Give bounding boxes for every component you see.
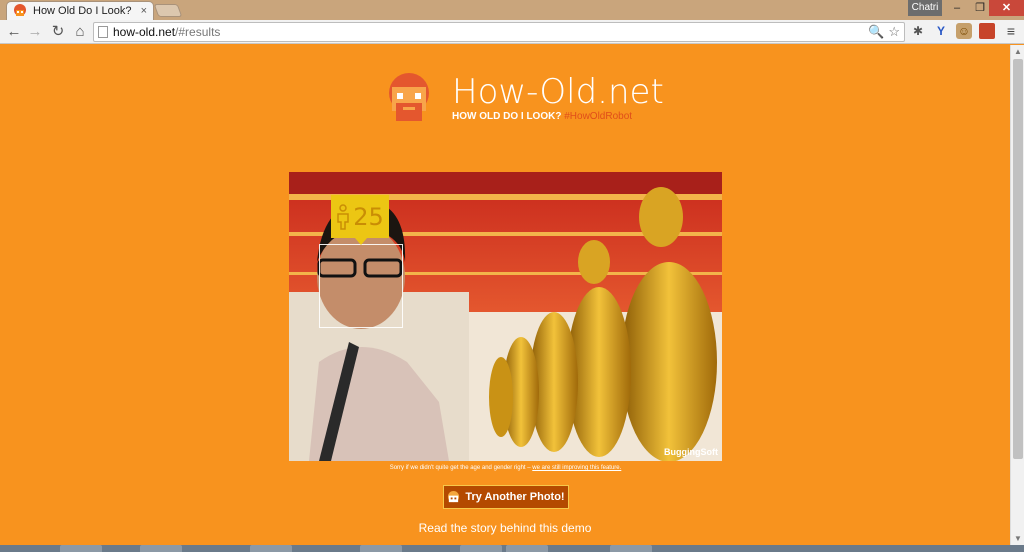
site-subtitle: HOW OLD DO I LOOK? #HowOldRobot: [452, 111, 664, 122]
browser-tab[interactable]: How Old Do I Look? ×: [6, 1, 154, 20]
close-window-button[interactable]: ✕: [989, 0, 1024, 16]
page-content: How-Old.net HOW OLD DO I LOOK? #HowOldRo…: [0, 45, 1010, 545]
disclaimer-text: Sorry if we didn't quite get the age and…: [289, 465, 722, 471]
tab-title: How Old Do I Look?: [33, 5, 132, 17]
address-bar[interactable]: how-old.net /#results 🔍 ☆: [93, 22, 905, 42]
face-extension-icon[interactable]: ☺: [956, 23, 972, 39]
story-link[interactable]: Read the story behind this demo: [0, 521, 1010, 535]
site-title: How-Old.net: [452, 72, 664, 112]
menu-icon[interactable]: ≡: [1003, 23, 1019, 39]
os-taskbar: [0, 545, 1024, 552]
browser-titlebar: How Old Do I Look? × Chatri – ❐ ✕: [0, 0, 1024, 20]
robot-logo-icon: [389, 73, 429, 121]
home-icon[interactable]: ⌂: [70, 22, 90, 42]
taskbar-item[interactable]: [460, 545, 502, 552]
page-scrollbar[interactable]: ▲ ▼: [1010, 45, 1024, 545]
how-old-favicon-icon: [14, 4, 26, 16]
face-detection-box: [319, 244, 403, 328]
improving-feature-link[interactable]: we are still improving this feature.: [532, 465, 621, 471]
age-value: 25: [353, 202, 384, 231]
y-extension-icon[interactable]: Y: [933, 23, 949, 39]
subtitle-text: HOW OLD DO I LOOK?: [452, 111, 562, 122]
taskbar-item[interactable]: [506, 545, 548, 552]
forward-icon[interactable]: →: [25, 22, 45, 42]
taskbar-item[interactable]: [250, 545, 292, 552]
omnibox-actions: 🔍 ☆: [868, 24, 900, 40]
photo-watermark: BuggingSoft: [664, 447, 718, 457]
taskbar-item[interactable]: [60, 545, 102, 552]
reload-icon[interactable]: ↻: [48, 22, 68, 42]
hashtag-link[interactable]: #HowOldRobot: [564, 111, 632, 122]
search-icon[interactable]: 🔍: [868, 24, 884, 40]
scroll-down-icon[interactable]: ▼: [1013, 534, 1023, 543]
try-button-label: Try Another Photo!: [465, 491, 565, 503]
robot-icon: [448, 490, 460, 502]
male-person-icon: [337, 203, 349, 230]
site-header: How-Old.net HOW OLD DO I LOOK? #HowOldRo…: [386, 73, 664, 123]
tab-close-icon[interactable]: ×: [141, 5, 147, 17]
disclaimer-message: Sorry if we didn't quite get the age and…: [389, 465, 533, 471]
page-icon: [98, 26, 108, 38]
taskbar-item[interactable]: [140, 545, 182, 552]
taskbar-item[interactable]: [360, 545, 402, 552]
puzzle-extension-icon[interactable]: ✱: [910, 23, 926, 39]
browser-toolbar: ← → ↻ ⌂ how-old.net /#results 🔍 ☆ ✱ Y ☺ …: [0, 20, 1024, 44]
taskbar-item[interactable]: [610, 545, 652, 552]
analyzed-photo: 25 BuggingSoft: [289, 172, 722, 461]
profile-button[interactable]: Chatri: [908, 0, 942, 16]
back-icon[interactable]: ←: [4, 22, 24, 42]
logo-text: How-Old.net HOW OLD DO I LOOK? #HowOldRo…: [452, 73, 664, 122]
url-path: /#results: [175, 25, 221, 39]
bookmark-star-icon[interactable]: ☆: [888, 24, 900, 40]
scroll-up-icon[interactable]: ▲: [1013, 47, 1023, 56]
age-badge: 25: [331, 195, 389, 245]
scroll-thumb[interactable]: [1013, 59, 1023, 459]
book-extension-icon[interactable]: [979, 23, 995, 39]
url-host: how-old.net: [113, 25, 176, 39]
new-tab-button[interactable]: [153, 4, 183, 17]
try-another-photo-button[interactable]: Try Another Photo!: [443, 485, 569, 509]
